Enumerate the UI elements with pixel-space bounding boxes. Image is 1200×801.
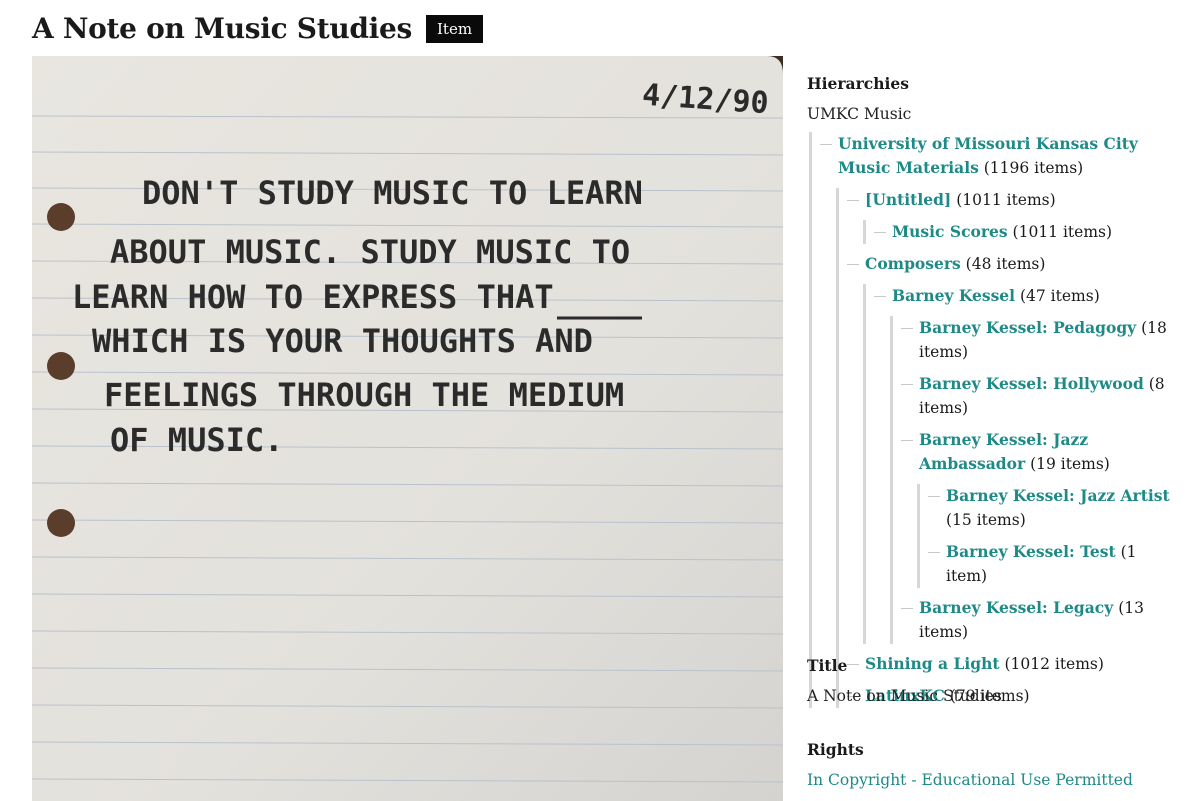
title-label: Title (807, 656, 848, 675)
hierarchy-root: UMKC Music (807, 105, 912, 123)
tree-link-untitled[interactable]: [Untitled] (865, 190, 951, 209)
rights-label: Rights (807, 740, 864, 759)
item-type-badge: Item (425, 14, 484, 43)
rights-link[interactable]: In Copyright - Educational Use Permitted (807, 771, 1133, 789)
tree-children: [Untitled] (1011 items) Music Scores (10… (836, 188, 1177, 708)
tree-item-hollywood: Barney Kessel: Hollywood (8 items) (901, 372, 1177, 420)
tree-item-untitled: [Untitled] (1011 items) Music Scores (10… (847, 188, 1177, 244)
tree-item-composers: Composers (48 items) Barney Kessel (47 i… (847, 252, 1177, 644)
tree-item-pedagogy: Barney Kessel: Pedagogy (18 items) (901, 316, 1177, 364)
tree-count: (48 items) (965, 255, 1046, 273)
tree-count: (1012 items) (1004, 655, 1104, 673)
title-value: A Note on Music Studies (807, 687, 1002, 705)
tree-link-jazz-artist[interactable]: Barney Kessel: Jazz Artist (946, 486, 1170, 505)
tree-item-legacy: Barney Kessel: Legacy (13 items) (901, 596, 1177, 644)
tree-link-test[interactable]: Barney Kessel: Test (946, 542, 1116, 561)
note-line: ABOUT MUSIC. STUDY MUSIC TO (110, 233, 630, 271)
page-title: A Note on Music Studies (32, 12, 412, 45)
hierarchies-label: Hierarchies (807, 74, 909, 93)
note-line: FEELINGS THROUGH THE MEDIUM (104, 376, 624, 414)
tree-count: (19 items) (1030, 455, 1110, 473)
note-line: LEARN HOW TO EXPRESS THAT (72, 278, 554, 316)
tree-count: (1011 items) (1012, 223, 1113, 241)
tree-children: Barney Kessel: Jazz Artist (15 items) Ba… (917, 484, 1177, 588)
note-line: DON'T STUDY MUSIC TO LEARN (142, 174, 643, 212)
note-line: OF MUSIC. (110, 421, 283, 459)
item-image[interactable]: 4/12/90 DON'T STUDY MUSIC TO LEARN ABOUT… (32, 56, 783, 801)
tree-count: (1011 items) (956, 191, 1056, 209)
hierarchies-section: Hierarchies UMKC Music University of Mis… (807, 72, 1177, 716)
tree-link-hollywood[interactable]: Barney Kessel: Hollywood (919, 374, 1144, 393)
tree-item-jazz-ambassador: Barney Kessel: Jazz Ambassador (19 items… (901, 428, 1177, 588)
hierarchy-tree: University of Missouri Kansas City Music… (809, 132, 1177, 708)
tree-link-legacy[interactable]: Barney Kessel: Legacy (919, 598, 1113, 617)
tree-children: Music Scores (1011 items) (863, 220, 1177, 244)
tree-link-composers[interactable]: Composers (865, 254, 961, 273)
tree-count: (15 items) (946, 511, 1026, 529)
handwritten-note-image: 4/12/90 DON'T STUDY MUSIC TO LEARN ABOUT… (32, 56, 783, 801)
tree-item-umkc: University of Missouri Kansas City Music… (820, 132, 1177, 708)
tree-link-pedagogy[interactable]: Barney Kessel: Pedagogy (919, 318, 1136, 337)
tree-count: (47 items) (1019, 287, 1100, 305)
tree-item-jazz-artist: Barney Kessel: Jazz Artist (15 items) (928, 484, 1177, 532)
page-header: A Note on Music Studies Item (32, 12, 484, 45)
tree-item-barney-kessel: Barney Kessel (47 items) Barney Kessel: … (874, 284, 1177, 644)
title-section: Title A Note on Music Studies (807, 654, 1002, 708)
tree-link-barney-kessel[interactable]: Barney Kessel (892, 286, 1015, 305)
tree-item-music-scores: Music Scores (1011 items) (874, 220, 1177, 244)
tree-item-test: Barney Kessel: Test (1 item) (928, 540, 1177, 588)
tree-link-music-scores[interactable]: Music Scores (892, 222, 1008, 241)
rights-section: Rights In Copyright - Educational Use Pe… (807, 738, 1133, 792)
tree-count: (1196 items) (983, 159, 1084, 177)
tree-children: Barney Kessel (47 items) Barney Kessel: … (863, 284, 1177, 644)
tree-children: Barney Kessel: Pedagogy (18 items) Barne… (890, 316, 1177, 644)
note-line: WHICH IS YOUR THOUGHTS AND (92, 322, 593, 360)
